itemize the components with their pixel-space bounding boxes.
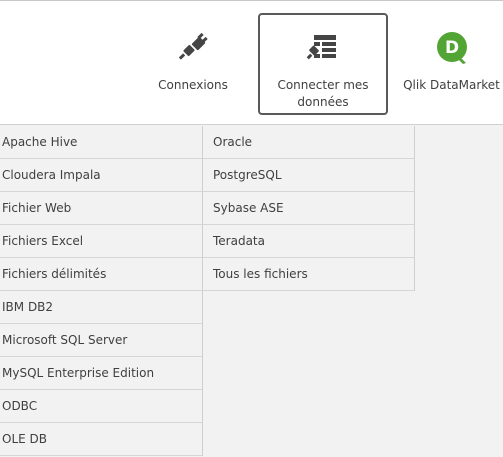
toolbar: Connexions Connecter mes données D Qlik …: [0, 0, 503, 125]
source-item[interactable]: Sybase ASE: [203, 192, 414, 225]
source-item[interactable]: Microsoft SQL Server: [0, 324, 202, 357]
connect-data-button[interactable]: Connecter mes données: [258, 13, 388, 115]
sources-list-right: Oracle PostgreSQL Sybase ASE Teradata Tous l…: [202, 126, 415, 291]
plug-icon: [176, 31, 210, 67]
source-item[interactable]: Tous les fichiers: [203, 258, 414, 291]
source-item[interactable]: Fichiers délimités: [0, 258, 202, 291]
table-connect-icon: [305, 33, 341, 69]
source-item[interactable]: Oracle: [203, 126, 414, 159]
connect-data-label: Connecter mes données: [277, 78, 369, 109]
source-item[interactable]: Fichier Web: [0, 192, 202, 225]
qlik-logo-letter: D: [444, 38, 458, 58]
source-item[interactable]: Teradata: [203, 225, 414, 258]
sources-list-left: Apache Hive Cloudera Impala Fichier Web Fic…: [0, 126, 203, 456]
source-item[interactable]: Cloudera Impala: [0, 159, 202, 192]
qlik-datamarket-label: Qlik DataMarket: [403, 78, 500, 92]
source-item[interactable]: ODBC: [0, 390, 202, 423]
source-item[interactable]: MySQL Enterprise Edition: [0, 357, 202, 390]
source-item[interactable]: Apache Hive: [0, 126, 202, 159]
qlik-datamarket-button[interactable]: D Qlik DataMarket: [400, 13, 503, 115]
source-item[interactable]: OLE DB: [0, 423, 202, 456]
connexions-button[interactable]: Connexions: [146, 13, 240, 115]
source-item[interactable]: PostgreSQL: [203, 159, 414, 192]
source-item[interactable]: IBM DB2: [0, 291, 202, 324]
source-item[interactable]: Fichiers Excel: [0, 225, 202, 258]
connexions-label: Connexions: [158, 78, 228, 92]
qlik-datamarket-logo: D: [433, 31, 471, 71]
